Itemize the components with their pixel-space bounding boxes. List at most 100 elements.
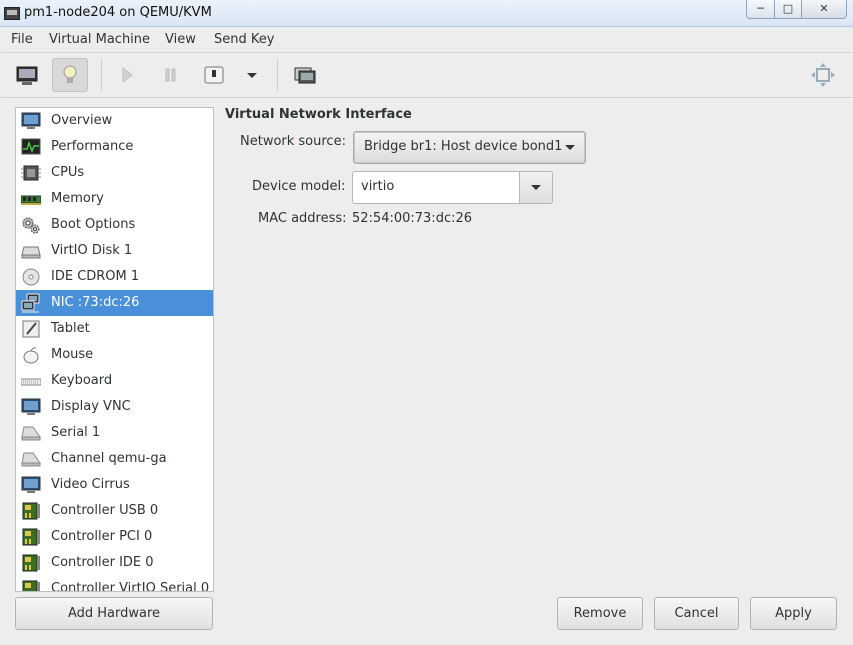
- toolbar: [1, 53, 851, 98]
- network-source-dropdown[interactable]: Bridge br1: Host device bond1: [353, 131, 586, 164]
- hardware-item-serial[interactable]: Serial 1: [16, 420, 213, 446]
- network-source-value: Bridge br1: Host device bond1: [364, 139, 563, 154]
- device-model-combo[interactable]: virtio: [352, 171, 553, 204]
- section-title: Virtual Network Interface: [225, 107, 412, 122]
- console-button[interactable]: [9, 58, 45, 92]
- console-icon: [16, 66, 38, 85]
- fullscreen-button[interactable]: [805, 58, 841, 92]
- channel-icon: [21, 452, 41, 467]
- keyboard-icon: [21, 378, 41, 386]
- hardware-item-label: Video Cirrus: [51, 477, 130, 492]
- serial-icon: [21, 426, 41, 441]
- hardware-item-label: NIC :73:dc:26: [51, 295, 140, 310]
- hardware-item-boot-options[interactable]: Boot Options: [16, 212, 213, 238]
- hardware-item-video[interactable]: Video Cirrus: [16, 472, 213, 498]
- menu-file[interactable]: File: [11, 32, 33, 47]
- hardware-item-tablet[interactable]: Tablet: [16, 316, 213, 342]
- maximize-button[interactable]: □: [774, 0, 802, 19]
- lightbulb-icon: [63, 65, 77, 83]
- hardware-item-label: Mouse: [51, 347, 94, 362]
- shutdown-icon: [204, 66, 224, 84]
- maximize-icon: □: [782, 2, 794, 15]
- details-button[interactable]: [52, 58, 88, 92]
- hardware-item-label: CPUs: [51, 165, 85, 180]
- menu-bar: File Virtual Machine View Send Key: [1, 27, 851, 53]
- display-icon: [21, 398, 41, 415]
- disk-icon: [21, 246, 41, 259]
- network-source-label: Network source:: [240, 134, 346, 149]
- minimize-button[interactable]: ─: [746, 0, 775, 19]
- toolbar-separator: [101, 59, 102, 91]
- hardware-item-label: Keyboard: [51, 373, 113, 388]
- hardware-item-controller-pci[interactable]: Controller PCI 0: [16, 524, 213, 550]
- window-title: pm1-node204 on QEMU/KVM: [24, 5, 212, 20]
- hardware-list[interactable]: Overview Performance CPUs Memory Boot Op…: [15, 107, 214, 592]
- controller-icon: [22, 528, 40, 546]
- hardware-item-label: Overview: [51, 113, 113, 128]
- add-hardware-button[interactable]: Add Hardware: [15, 597, 213, 630]
- shutdown-menu-button[interactable]: [234, 58, 270, 92]
- hardware-item-controller-usb[interactable]: Controller USB 0: [16, 498, 213, 524]
- minimize-icon: ─: [757, 2, 764, 15]
- hardware-item-display-vnc[interactable]: Display VNC: [16, 394, 213, 420]
- hardware-item-label: Tablet: [51, 321, 90, 336]
- hardware-item-mouse[interactable]: Mouse: [16, 342, 213, 368]
- hardware-item-cpus[interactable]: CPUs: [16, 160, 213, 186]
- app-icon: [4, 7, 20, 20]
- hardware-item-label: Controller USB 0: [51, 503, 159, 518]
- hardware-item-controller-ide[interactable]: Controller IDE 0: [16, 550, 213, 576]
- tablet-icon: [22, 320, 40, 338]
- menu-send-key[interactable]: Send Key: [214, 32, 274, 47]
- cdrom-icon: [22, 268, 40, 286]
- snapshots-icon: [294, 67, 316, 84]
- monitor-icon: [21, 112, 41, 129]
- snapshots-button[interactable]: [287, 58, 323, 92]
- mac-address-value: 52:54:00:73:dc:26: [352, 211, 473, 226]
- device-model-value[interactable]: virtio: [361, 179, 394, 194]
- controller-icon: [22, 580, 40, 591]
- memory-icon: [21, 195, 41, 205]
- close-button[interactable]: ✕: [801, 0, 847, 19]
- hardware-item-overview[interactable]: Overview: [16, 108, 213, 134]
- hardware-item-label: Boot Options: [51, 217, 136, 232]
- toolbar-separator: [277, 59, 278, 91]
- apply-button[interactable]: Apply: [750, 597, 837, 630]
- cpu-icon: [21, 165, 41, 181]
- menu-virtual-machine[interactable]: Virtual Machine: [49, 32, 150, 47]
- hardware-item-label: Controller VirtIO Serial 0: [51, 581, 210, 592]
- hardware-item-virtio-disk[interactable]: VirtIO Disk 1: [16, 238, 213, 264]
- shutdown-button[interactable]: [196, 58, 232, 92]
- pause-icon: [165, 68, 176, 82]
- performance-graph-icon: [21, 138, 41, 155]
- hardware-item-label: IDE CDROM 1: [51, 269, 140, 284]
- gears-icon: [22, 217, 40, 234]
- pause-button[interactable]: [153, 58, 189, 92]
- hardware-item-label: Channel qemu-ga: [51, 451, 167, 466]
- hardware-item-nic[interactable]: NIC :73:dc:26: [16, 290, 213, 316]
- run-button[interactable]: [109, 58, 145, 92]
- controller-icon: [22, 554, 40, 572]
- chevron-down-icon: [565, 145, 575, 150]
- video-icon: [21, 476, 41, 493]
- remove-button[interactable]: Remove: [557, 597, 643, 630]
- mac-address-label: MAC address:: [258, 211, 347, 226]
- hardware-item-controller-virtio-serial[interactable]: Controller VirtIO Serial 0: [16, 576, 213, 592]
- controller-icon: [22, 502, 40, 520]
- menu-view[interactable]: View: [165, 32, 196, 47]
- hardware-item-ide-cdrom[interactable]: IDE CDROM 1: [16, 264, 213, 290]
- hardware-item-keyboard[interactable]: Keyboard: [16, 368, 213, 394]
- hardware-item-label: VirtIO Disk 1: [51, 243, 133, 258]
- mouse-icon: [23, 347, 39, 364]
- hardware-item-label: Display VNC: [51, 399, 131, 414]
- network-icon: [21, 293, 40, 313]
- cancel-button[interactable]: Cancel: [654, 597, 739, 630]
- title-bar: pm1-node204 on QEMU/KVM ─ □ ✕: [0, 0, 853, 27]
- hardware-item-memory[interactable]: Memory: [16, 186, 213, 212]
- hardware-item-label: Serial 1: [51, 425, 101, 440]
- device-model-label: Device model:: [252, 179, 346, 194]
- hardware-item-performance[interactable]: Performance: [16, 134, 213, 160]
- chevron-down-icon[interactable]: [519, 172, 552, 203]
- close-icon: ✕: [819, 2, 829, 15]
- hardware-item-channel[interactable]: Channel qemu-ga: [16, 446, 213, 472]
- run-icon: [122, 66, 133, 84]
